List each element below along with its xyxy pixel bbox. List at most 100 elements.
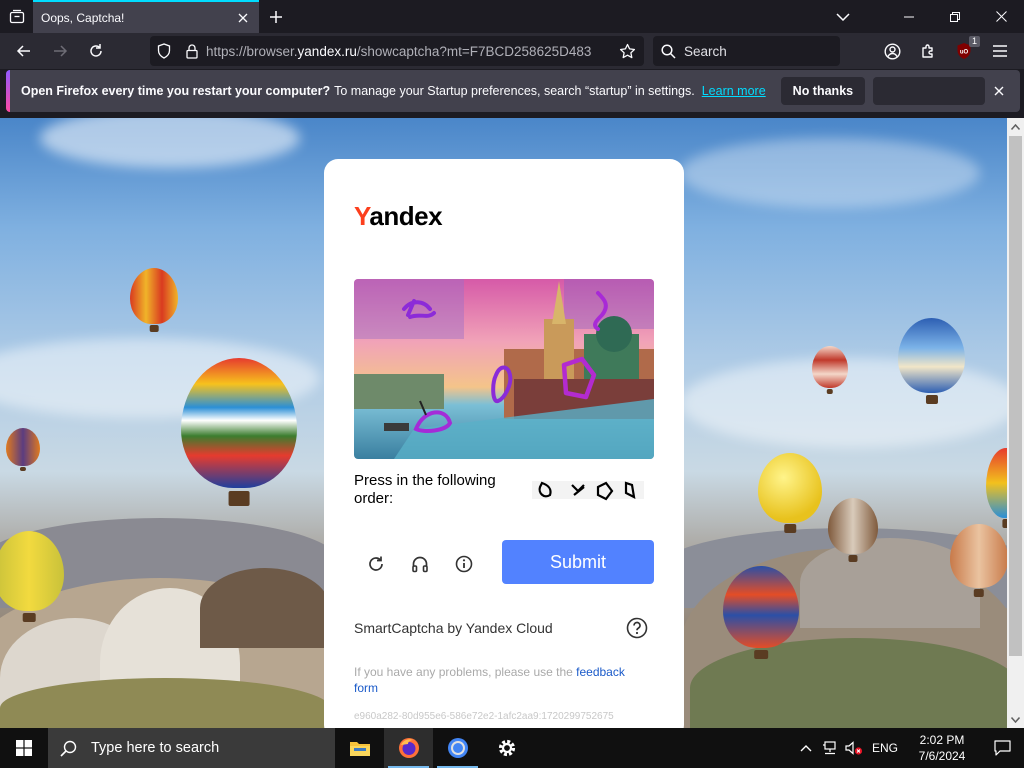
question-mark-icon (626, 617, 648, 639)
tab-list-icon (9, 9, 24, 23)
volume-muted-icon (845, 741, 863, 755)
triangle-up-icon (1011, 123, 1020, 130)
puzzle-icon (921, 43, 933, 58)
ublock-origin-button[interactable]: uO 1 (946, 35, 982, 67)
shield-icon (157, 43, 171, 59)
scroll-down-button[interactable] (1007, 711, 1024, 728)
action-center-button[interactable] (980, 728, 1024, 768)
search-icon (661, 43, 676, 59)
gear-icon (498, 739, 515, 757)
url-text[interactable]: https://browser.yandex.ru/showcaptcha?mt… (206, 44, 644, 59)
taskbar-search-box[interactable]: Type here to search (48, 728, 335, 768)
scroll-thumb[interactable] (1009, 136, 1022, 656)
url-suffix: /showcaptcha?mt=F7BCD258625D483 (356, 43, 592, 59)
clock[interactable]: 2:02 PM 7/6/2024 (904, 732, 980, 764)
close-icon (995, 11, 1007, 22)
network-button[interactable] (818, 728, 842, 768)
arrow-right-icon (54, 45, 68, 57)
notification-accept-button[interactable] (873, 77, 986, 105)
tab-list-button[interactable] (0, 0, 33, 33)
logo-letter-y: Y (354, 201, 370, 231)
problems-text: If you have any problems, please use the (354, 665, 573, 679)
extensions-button[interactable] (910, 35, 946, 67)
captcha-info-button[interactable] (449, 549, 479, 579)
lock-icon (186, 43, 198, 59)
captcha-image[interactable] (354, 279, 654, 459)
notification-title: Open Firefox every time you restart your… (21, 84, 331, 98)
start-button[interactable] (0, 728, 48, 768)
page-scrollbar[interactable] (1007, 118, 1024, 728)
smartcaptcha-branding: SmartCaptcha by Yandex Cloud (354, 620, 553, 636)
chrome-icon (447, 738, 468, 758)
network-icon (822, 741, 836, 755)
app-menu-button[interactable] (982, 35, 1018, 67)
triangle-down-icon (1011, 716, 1020, 723)
url-domain: yandex.ru (297, 43, 357, 59)
submit-button[interactable]: Submit (502, 540, 654, 584)
learn-more-link[interactable]: Learn more (702, 84, 766, 98)
arrow-left-icon (16, 45, 30, 57)
search-icon (60, 740, 77, 757)
taskbar-settings[interactable] (482, 728, 531, 768)
firefox-icon (398, 738, 419, 758)
url-prefix: https://browser. (206, 43, 298, 59)
show-hidden-icons-button[interactable] (794, 728, 818, 768)
close-window-button[interactable] (978, 0, 1024, 33)
tab-title: Oops, Captcha! (41, 10, 125, 25)
notification-icon (993, 740, 1011, 756)
captcha-instruction: Press in the following order: (354, 472, 496, 507)
tab-close-button[interactable] (231, 6, 255, 30)
desktop-screen: Oops, Captcha! https://browser.yandex.ru… (0, 0, 1024, 768)
reload-icon (90, 44, 102, 57)
taskbar-firefox[interactable] (384, 728, 433, 768)
headphones-icon (412, 556, 428, 573)
star-icon (619, 43, 635, 58)
scroll-up-button[interactable] (1007, 118, 1024, 135)
folder-icon (349, 742, 370, 756)
clock-date: 7/6/2024 (918, 749, 966, 763)
restore-button[interactable] (932, 0, 978, 33)
taskbar-chrome[interactable] (433, 728, 482, 768)
hamburger-menu-icon (993, 45, 1007, 57)
volume-button[interactable] (842, 728, 866, 768)
toolbar-right: uO 1 (874, 35, 1018, 67)
svg-text:uO: uO (960, 50, 969, 56)
back-button[interactable] (6, 35, 42, 67)
site-info-button[interactable] (178, 36, 206, 66)
windows-logo-icon (16, 740, 32, 756)
taskbar-search-placeholder: Type here to search (91, 740, 220, 756)
audio-captcha-button[interactable] (405, 549, 435, 579)
minimize-icon (904, 16, 914, 17)
new-tab-button[interactable] (259, 0, 292, 33)
captcha-card: Yandex Press in the following order: Sub… (324, 159, 684, 739)
chevron-down-icon (836, 12, 850, 21)
refresh-captcha-button[interactable] (361, 549, 391, 579)
no-thanks-button[interactable]: No thanks (780, 77, 866, 105)
notification-text: To manage your Startup preferences, sear… (334, 84, 695, 98)
search-bar[interactable]: Search (653, 36, 840, 66)
bookmark-star-button[interactable] (609, 35, 645, 67)
language-indicator[interactable]: ENG (866, 741, 904, 755)
logo-rest: andex (369, 201, 443, 231)
account-icon (883, 42, 901, 60)
close-icon (994, 86, 1004, 96)
tab-active[interactable]: Oops, Captcha! (33, 0, 259, 33)
list-all-tabs-button[interactable] (820, 0, 866, 33)
extension-badge: 1 (968, 36, 980, 47)
address-bar[interactable]: https://browser.yandex.ru/showcaptcha?mt… (150, 36, 644, 66)
request-id: e960a282-80d955e6-586e72e2-1afc2aa9:1720… (354, 711, 614, 722)
forward-button[interactable] (42, 35, 78, 67)
taskbar-file-explorer[interactable] (335, 728, 384, 768)
problems-note: If you have any problems, please use the… (354, 664, 644, 696)
tracking-protection-button[interactable] (150, 36, 178, 66)
reload-button[interactable] (78, 35, 114, 67)
minimize-button[interactable] (886, 0, 932, 33)
help-button[interactable] (626, 617, 648, 639)
tab-bar: Oops, Captcha! (0, 0, 1024, 33)
account-button[interactable] (874, 35, 910, 67)
navigation-toolbar: https://browser.yandex.ru/showcaptcha?mt… (0, 33, 1024, 69)
info-icon (455, 555, 473, 573)
windows-taskbar: Type here to search ENG 2:02 PM 7/6/2024 (0, 728, 1024, 768)
notification-close-button[interactable] (990, 82, 1008, 100)
plus-icon (269, 10, 282, 23)
